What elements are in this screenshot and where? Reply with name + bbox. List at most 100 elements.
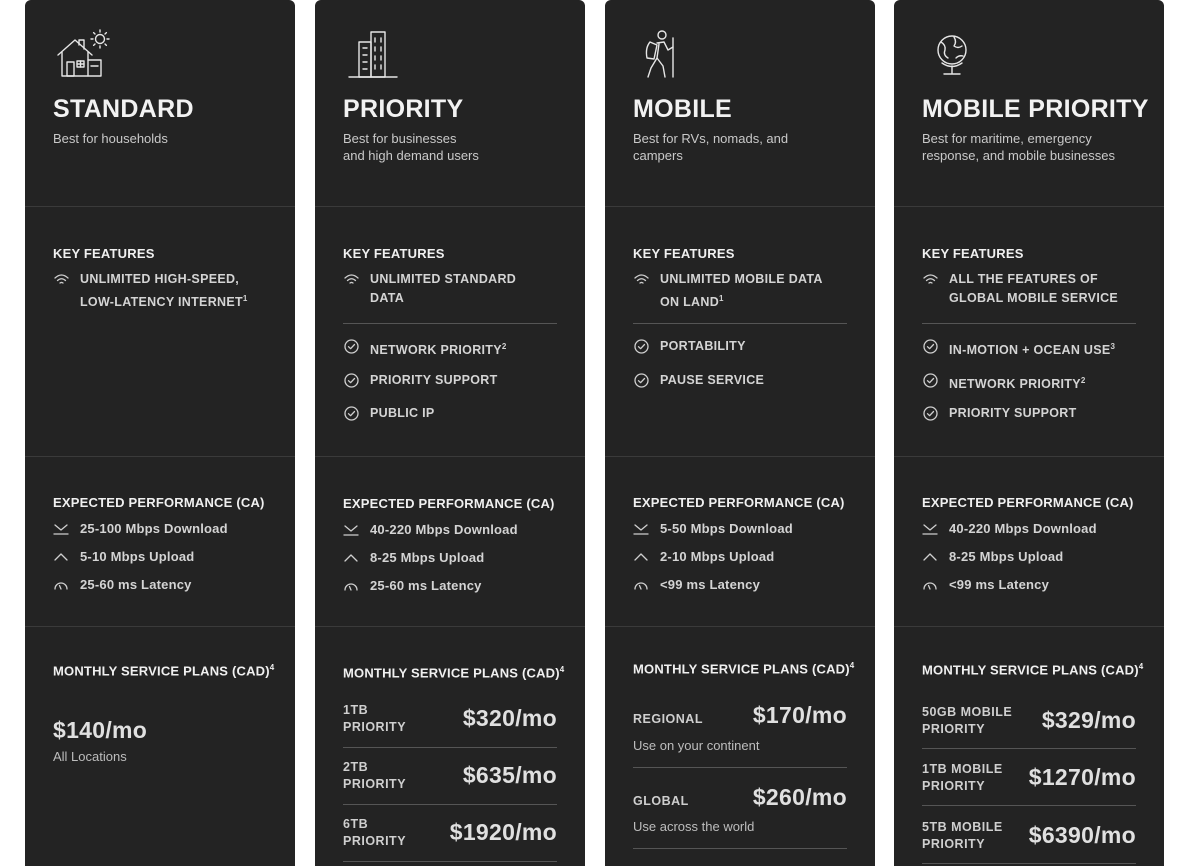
feature-item: PRIORITY SUPPORT xyxy=(343,371,557,390)
tier-divider xyxy=(343,747,557,748)
check-circle-icon xyxy=(344,373,359,388)
gauge-icon xyxy=(634,581,648,590)
download-icon xyxy=(922,523,938,535)
key-features-section: KEY FEATURES ALL THE FEATURES OF GLOBAL M… xyxy=(894,206,1164,456)
price-note: All Locations xyxy=(53,749,127,764)
check-circle-icon xyxy=(923,373,938,388)
tier-label: 5TB MOBILE PRIORITY xyxy=(922,820,1003,851)
tier-price: $320/mo xyxy=(462,705,557,731)
upload-chevron-icon xyxy=(54,552,68,561)
upload-chevron-icon xyxy=(634,552,648,561)
check-circle-icon xyxy=(634,339,649,354)
perf-download: 5-50 Mbps Download xyxy=(633,521,793,536)
building-icon xyxy=(348,31,398,78)
plan-name: MOBILE xyxy=(633,95,733,123)
tier-label: 2TB PRIORITY xyxy=(343,760,407,791)
download-icon xyxy=(53,523,69,535)
feature-divider xyxy=(343,323,557,324)
wifi-icon xyxy=(344,274,359,284)
section-title: EXPECTED PERFORMANCE (CA) xyxy=(922,495,1134,510)
check-circle-icon xyxy=(923,406,938,421)
tier-divider xyxy=(633,767,847,768)
plan-name: STANDARD xyxy=(53,95,194,123)
perf-download: 40-220 Mbps Download xyxy=(922,521,1097,536)
tier-label: REGIONAL xyxy=(633,712,703,726)
key-features-section: KEY FEATURES UNLIMITED STANDARD DATA NETW… xyxy=(315,206,585,456)
plan-header: MOBILE Best for RVs, nomads, and campers xyxy=(605,0,875,206)
performance-section: EXPECTED PERFORMANCE (CA) 40-220 Mbps Do… xyxy=(315,456,585,626)
wifi-icon xyxy=(923,274,938,284)
tier-divider xyxy=(922,748,1136,749)
download-icon xyxy=(343,524,359,536)
tier-price: $260/mo xyxy=(752,784,847,810)
plan-subtitle: Best for businesses and high demand user… xyxy=(343,131,479,163)
monthly-plans-section: MONTHLY SERVICE PLANS (CAD)4 1TB PRIORITY… xyxy=(315,626,585,866)
perf-upload: 2-10 Mbps Upload xyxy=(633,549,774,564)
wifi-icon xyxy=(54,274,69,284)
check-circle-icon xyxy=(344,339,359,354)
section-title: KEY FEATURES xyxy=(343,246,445,261)
tier-label: GLOBAL xyxy=(633,794,689,808)
plan-price: $140/mo xyxy=(53,717,148,743)
performance-section: EXPECTED PERFORMANCE (CA) 25-100 Mbps Do… xyxy=(25,456,295,626)
tier-divider xyxy=(922,863,1136,864)
section-title: KEY FEATURES xyxy=(922,246,1024,261)
tier-label: 1TB MOBILE PRIORITY xyxy=(922,762,1003,793)
tier-divider xyxy=(343,861,557,862)
key-features-section: KEY FEATURES UNLIMITED HIGH-SPEED, LOW-LA… xyxy=(25,206,295,456)
tier-label: 50GB MOBILE PRIORITY xyxy=(922,705,1013,736)
plan-subtitle: Best for RVs, nomads, and campers xyxy=(633,131,789,163)
section-title: MONTHLY SERVICE PLANS (CAD)4 xyxy=(53,663,275,679)
section-title: MONTHLY SERVICE PLANS (CAD)4 xyxy=(343,665,565,681)
tier-price: $1270/mo xyxy=(1028,764,1136,790)
section-title: EXPECTED PERFORMANCE (CA) xyxy=(53,495,265,510)
tier-note: Use on your continent xyxy=(633,738,760,753)
tier-price: $635/mo xyxy=(462,762,557,788)
check-circle-icon xyxy=(344,406,359,421)
tier-divider xyxy=(343,804,557,805)
section-title: MONTHLY SERVICE PLANS (CAD)4 xyxy=(922,662,1144,678)
plan-card-priority: PRIORITY Best for businesses and high de… xyxy=(315,0,585,866)
key-features-section: KEY FEATURES UNLIMITED MOBILE DATA ON LAN… xyxy=(605,206,875,456)
section-title: MONTHLY SERVICE PLANS (CAD)4 xyxy=(633,661,855,677)
download-icon xyxy=(633,523,649,535)
tier-price: $6390/mo xyxy=(1028,822,1136,848)
hiker-icon xyxy=(645,30,674,78)
tier-divider xyxy=(633,848,847,849)
gauge-icon xyxy=(923,581,937,590)
monthly-plans-section: MONTHLY SERVICE PLANS (CAD)4 REGIONAL $1… xyxy=(605,626,875,866)
plan-header: MOBILE PRIORITY Best for maritime, emerg… xyxy=(894,0,1164,206)
tier-price: $170/mo xyxy=(752,702,847,728)
wifi-icon xyxy=(634,274,649,284)
section-title: EXPECTED PERFORMANCE (CA) xyxy=(343,496,555,511)
check-circle-icon xyxy=(923,339,938,354)
tier-price: $1920/mo xyxy=(449,819,557,845)
tier-label: 1TB PRIORITY xyxy=(343,703,407,734)
upload-chevron-icon xyxy=(923,552,937,561)
tier-price: $329/mo xyxy=(1041,707,1136,733)
feature-item: ALL THE FEATURES OF GLOBAL MOBILE SERVICE xyxy=(922,270,1136,308)
plan-name: PRIORITY xyxy=(343,95,464,123)
plan-card-mobile: MOBILE Best for RVs, nomads, and campers… xyxy=(605,0,875,866)
perf-latency: <99 ms Latency xyxy=(633,577,760,592)
gauge-icon xyxy=(344,582,358,591)
plan-card-standard: STANDARD Best for households KEY FEATURE… xyxy=(25,0,295,866)
plan-header: PRIORITY Best for businesses and high de… xyxy=(315,0,585,206)
feature-item: UNLIMITED HIGH-SPEED, LOW-LATENCY INTERNE… xyxy=(53,270,267,312)
perf-upload: 8-25 Mbps Upload xyxy=(922,549,1063,564)
plan-subtitle: Best for households xyxy=(53,131,168,146)
monthly-plans-section: MONTHLY SERVICE PLANS (CAD)4 50GB MOBILE… xyxy=(894,626,1164,866)
perf-latency: 25-60 ms Latency xyxy=(343,578,482,593)
plan-name: MOBILE PRIORITY xyxy=(922,95,1149,123)
house-sun-icon xyxy=(57,29,110,77)
feature-item: PRIORITY SUPPORT xyxy=(922,404,1136,423)
tier-label: 6TB PRIORITY xyxy=(343,817,407,848)
perf-upload: 5-10 Mbps Upload xyxy=(53,549,194,564)
perf-download: 25-100 Mbps Download xyxy=(53,521,228,536)
feature-item: NETWORK PRIORITY2 xyxy=(343,337,557,360)
feature-item: PAUSE SERVICE xyxy=(633,371,847,390)
check-circle-icon xyxy=(634,373,649,388)
section-title: KEY FEATURES xyxy=(53,246,155,261)
plan-card-mobile-priority: MOBILE PRIORITY Best for maritime, emerg… xyxy=(894,0,1164,866)
perf-latency: 25-60 ms Latency xyxy=(53,577,192,592)
